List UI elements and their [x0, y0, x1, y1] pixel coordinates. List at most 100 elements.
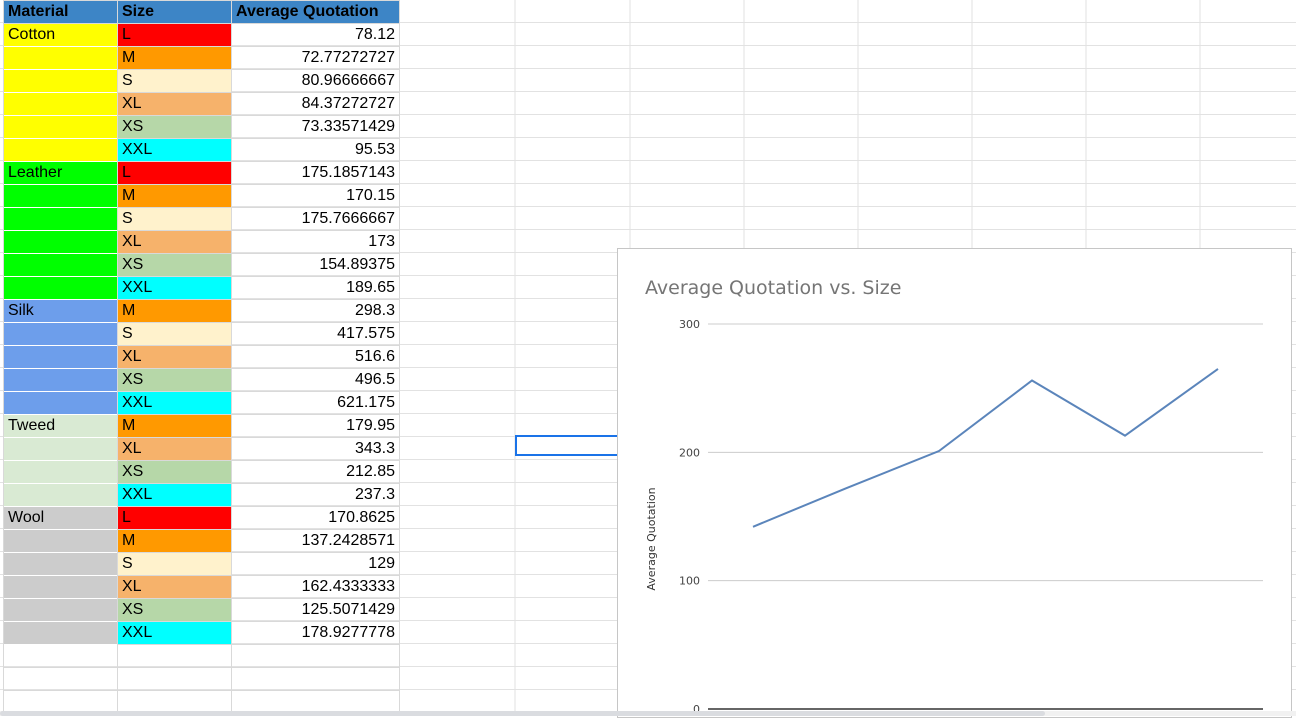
size-cell[interactable]: XXL	[117, 276, 232, 300]
size-cell[interactable]: XL	[117, 575, 232, 599]
line-chart[interactable]: Average Quotation vs. Size Average Quota…	[617, 248, 1292, 718]
empty-cell[interactable]	[231, 667, 400, 691]
average-quotation-cell[interactable]: 173	[231, 230, 400, 254]
empty-cell[interactable]	[117, 667, 232, 691]
material-cell[interactable]	[3, 92, 118, 116]
material-cell[interactable]	[3, 46, 118, 70]
average-quotation-cell[interactable]: 516.6	[231, 345, 400, 369]
average-quotation-cell[interactable]: 154.89375	[231, 253, 400, 277]
size-cell[interactable]: XXL	[117, 391, 232, 415]
size-cell[interactable]: S	[117, 69, 232, 93]
material-cell[interactable]	[3, 253, 118, 277]
average-quotation-cell[interactable]: 80.96666667	[231, 69, 400, 93]
size-cell[interactable]: M	[117, 414, 232, 438]
selected-cell[interactable]	[515, 435, 625, 456]
size-cell[interactable]: M	[117, 299, 232, 323]
material-cell[interactable]: Cotton	[3, 23, 118, 47]
average-quotation-cell[interactable]: 179.95	[231, 414, 400, 438]
material-cell[interactable]: Tweed	[3, 414, 118, 438]
material-cell[interactable]	[3, 483, 118, 507]
size-cell[interactable]: XL	[117, 230, 232, 254]
size-cell[interactable]: XL	[117, 345, 232, 369]
size-cell[interactable]: L	[117, 161, 232, 185]
series-line[interactable]	[752, 368, 1219, 528]
size-cell[interactable]: M	[117, 184, 232, 208]
average-quotation-cell[interactable]: 178.9277778	[231, 621, 400, 645]
material-cell[interactable]	[3, 345, 118, 369]
average-quotation-cell[interactable]: 417.575	[231, 322, 400, 346]
average-quotation-cell[interactable]: 72.77272727	[231, 46, 400, 70]
average-quotation-cell[interactable]: 496.5	[231, 368, 400, 392]
y-axis-label: Average Quotation	[645, 487, 658, 590]
material-cell[interactable]	[3, 391, 118, 415]
average-quotation-cell[interactable]: 343.3	[231, 437, 400, 461]
average-quotation-cell[interactable]: 189.65	[231, 276, 400, 300]
material-cell[interactable]	[3, 437, 118, 461]
material-cell[interactable]	[3, 575, 118, 599]
empty-cell[interactable]	[3, 644, 118, 668]
size-cell[interactable]: M	[117, 46, 232, 70]
average-quotation-cell[interactable]: 175.7666667	[231, 207, 400, 231]
average-quotation-cell[interactable]: 125.5071429	[231, 598, 400, 622]
table-row: XL 84.37272727	[3, 92, 400, 116]
average-quotation-cell[interactable]: 175.1857143	[231, 161, 400, 185]
size-cell[interactable]: XS	[117, 253, 232, 277]
average-quotation-cell[interactable]: 95.53	[231, 138, 400, 162]
average-quotation-cell[interactable]: 621.175	[231, 391, 400, 415]
size-cell[interactable]: S	[117, 322, 232, 346]
material-cell[interactable]: Leather	[3, 161, 118, 185]
average-quotation-cell[interactable]: 298.3	[231, 299, 400, 323]
table-row: M 137.2428571	[3, 529, 400, 553]
size-cell[interactable]: XL	[117, 437, 232, 461]
y-tick-label: 100	[679, 575, 700, 588]
header-size[interactable]: Size	[117, 0, 232, 24]
size-cell[interactable]: XXL	[117, 621, 232, 645]
header-row: Material Size Average Quotation	[3, 0, 400, 24]
header-average-quotation[interactable]: Average Quotation	[231, 0, 400, 24]
size-cell[interactable]: XS	[117, 115, 232, 139]
empty-cell[interactable]	[3, 667, 118, 691]
material-cell[interactable]	[3, 207, 118, 231]
size-cell[interactable]: L	[117, 23, 232, 47]
empty-cell[interactable]	[231, 644, 400, 668]
average-quotation-cell[interactable]: 237.3	[231, 483, 400, 507]
horizontal-scrollbar[interactable]	[0, 711, 1296, 716]
size-cell[interactable]: XS	[117, 368, 232, 392]
material-cell[interactable]	[3, 230, 118, 254]
average-quotation-cell[interactable]: 73.33571429	[231, 115, 400, 139]
average-quotation-cell[interactable]: 137.2428571	[231, 529, 400, 553]
average-quotation-cell[interactable]: 162.4333333	[231, 575, 400, 599]
size-cell[interactable]: S	[117, 552, 232, 576]
material-cell[interactable]	[3, 598, 118, 622]
material-cell[interactable]	[3, 69, 118, 93]
material-cell[interactable]	[3, 322, 118, 346]
empty-cell[interactable]	[117, 644, 232, 668]
header-material[interactable]: Material	[3, 0, 118, 24]
material-cell[interactable]	[3, 552, 118, 576]
material-cell[interactable]	[3, 276, 118, 300]
material-cell[interactable]	[3, 115, 118, 139]
size-cell[interactable]: L	[117, 506, 232, 530]
material-cell[interactable]	[3, 368, 118, 392]
size-cell[interactable]: XL	[117, 92, 232, 116]
material-cell[interactable]: Wool	[3, 506, 118, 530]
material-cell[interactable]: Silk	[3, 299, 118, 323]
average-quotation-cell[interactable]: 78.12	[231, 23, 400, 47]
average-quotation-cell[interactable]: 170.15	[231, 184, 400, 208]
horizontal-scrollbar-thumb[interactable]	[0, 711, 1045, 716]
average-quotation-cell[interactable]: 212.85	[231, 460, 400, 484]
material-cell[interactable]	[3, 621, 118, 645]
size-cell[interactable]: XXL	[117, 483, 232, 507]
average-quotation-cell[interactable]: 84.37272727	[231, 92, 400, 116]
average-quotation-cell[interactable]: 129	[231, 552, 400, 576]
material-cell[interactable]	[3, 529, 118, 553]
material-cell[interactable]	[3, 184, 118, 208]
size-cell[interactable]: M	[117, 529, 232, 553]
material-cell[interactable]	[3, 460, 118, 484]
material-cell[interactable]	[3, 138, 118, 162]
average-quotation-cell[interactable]: 170.8625	[231, 506, 400, 530]
size-cell[interactable]: XXL	[117, 138, 232, 162]
size-cell[interactable]: XS	[117, 460, 232, 484]
size-cell[interactable]: S	[117, 207, 232, 231]
size-cell[interactable]: XS	[117, 598, 232, 622]
